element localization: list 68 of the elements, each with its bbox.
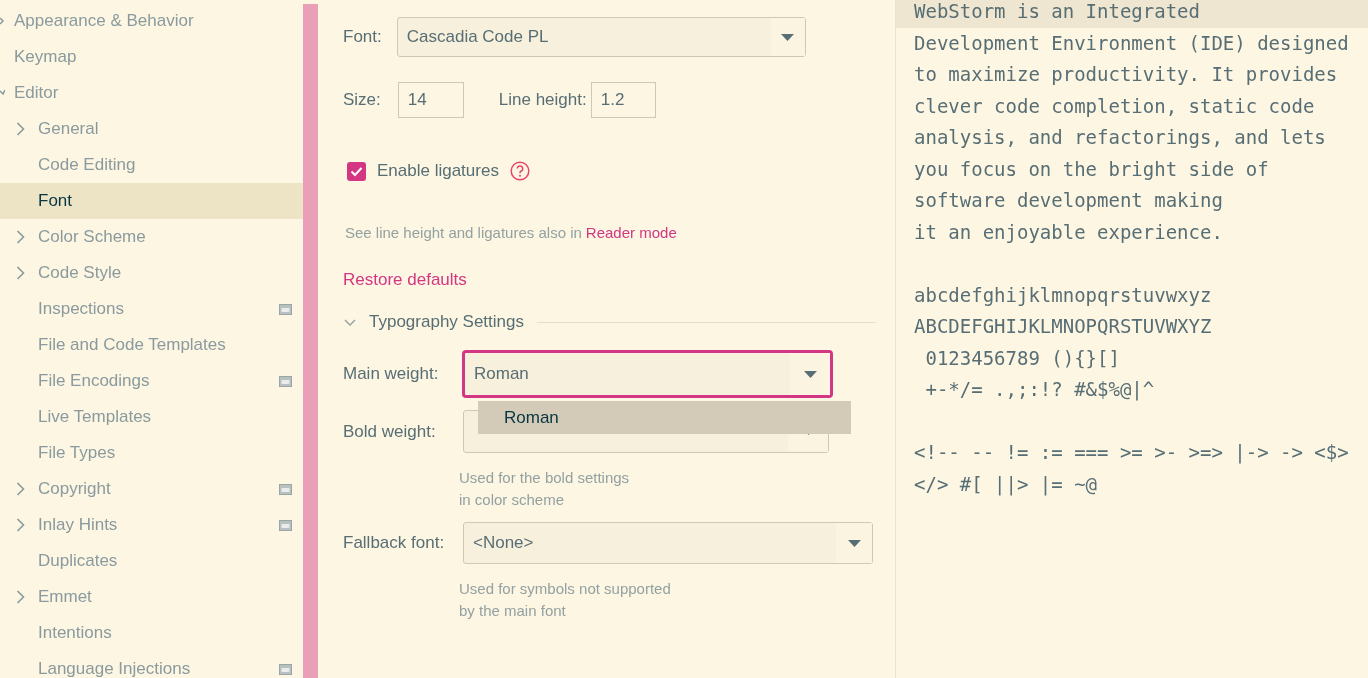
preview-text: clever code completion, static code [914,94,1315,117]
dropdown-option[interactable]: Roman [478,401,851,434]
restore-defaults-link[interactable]: Restore defaults [343,270,467,290]
field-label: Font: [343,27,382,47]
dropdown-arrow-icon[interactable] [847,539,861,547]
chevron-right-icon[interactable] [16,266,25,280]
preview-text: abcdefghijklmnopqrstuvwxyz [914,283,1212,306]
section-title[interactable]: Typography Settings [369,312,524,332]
sidebar-item[interactable]: Code Style [0,255,303,291]
hint-text: See line height and ligatures also in [345,223,582,243]
sidebar-item[interactable]: Editor [0,75,303,111]
collapsed-caret-icon[interactable] [0,17,5,25]
sidebar-item[interactable]: File and Code Templates [0,327,303,363]
chevron-right-icon[interactable] [16,518,25,532]
preview-text: you focus on the bright side of [914,157,1269,180]
hint-text: Used for symbols not supported [459,579,672,599]
main-weight-dropdown[interactable]: Roman [462,350,833,398]
dropdown-arrow-icon[interactable] [781,33,795,41]
sidebar-item[interactable]: Copyright [0,471,303,507]
chevron-right-icon[interactable] [16,230,25,244]
sidebar-item[interactable]: File Encodings [0,363,303,399]
sidebar-item[interactable]: File Types [0,435,303,471]
field-label: Line height: [498,90,587,110]
sidebar-item[interactable]: Font [0,183,303,219]
field-label: Bold weight: [343,421,437,442]
checkbox-label[interactable]: Enable ligatures [377,161,499,181]
preview-text: WebStorm is an Integrated [914,0,1201,22]
sidebar-item[interactable]: Emmet [0,579,303,615]
chevron-right-icon[interactable] [16,482,25,496]
preview-text: </> #[ ||> |= ~@ [914,472,1098,495]
reader-mode-link[interactable]: Reader mode [585,222,677,244]
hint-text: Used for the bold settings [459,468,631,488]
preview-text: <!-- -- != := === >= >- >=> |-> -> <$> [914,441,1349,463]
fallback-font-dropdown[interactable]: <None> [463,522,873,564]
field-label: Main weight: [343,364,440,384]
checkbox[interactable] [347,161,366,181]
font-dropdown[interactable]: Cascadia Code PL [396,17,806,57]
sidebar-item[interactable]: Appearance & Behavior [0,3,303,39]
size-field[interactable]: 14 [397,82,464,118]
line-height-field[interactable]: 1.2 [590,82,656,118]
sidebar-item[interactable]: Keymap [0,39,303,75]
preview-text: ABCDEFGHIJKLMNOPQRSTUVWXYZ [914,315,1212,337]
chevron-right-icon[interactable] [16,122,25,136]
sidebar-item[interactable]: General [0,111,303,147]
preview-text: Development Environment (IDE) designed [914,31,1349,54]
help-icon[interactable] [509,161,530,181]
field-label: Size: [343,90,381,110]
expand-caret-icon[interactable] [344,318,356,326]
sidebar-item[interactable]: Live Templates [0,399,303,435]
expanded-caret-icon[interactable] [0,89,5,97]
sidebar-item[interactable]: Color Scheme [0,219,303,255]
sidebar-item[interactable]: Inspections [0,291,303,327]
preview-text: it an enjoyable experience. [914,220,1223,243]
preview-text: analysis, and refactorings, and lets [914,126,1326,148]
preview-text: software development making [914,189,1223,211]
hint-text: in color scheme [459,490,566,510]
chevron-right-icon[interactable] [16,590,25,604]
dropdown-arrow-icon[interactable] [803,370,817,378]
preview-text: to maximize productivity. It provides [914,63,1338,85]
preview-text: 0123456789 (){}[] [924,346,1120,369]
sidebar-item[interactable]: Intentions [0,615,303,651]
field-label: Fallback font: [343,533,446,553]
preview-text: +-*/= .,;:!? #&$%@|^ [924,378,1155,400]
sidebar-item[interactable]: Language Injections [0,651,303,678]
sidebar-item[interactable]: Inlay Hints [0,507,303,543]
hint-text: by the main font [459,601,567,621]
sidebar-item[interactable]: Code Editing [0,147,303,183]
sidebar-item[interactable]: Duplicates [0,543,303,579]
